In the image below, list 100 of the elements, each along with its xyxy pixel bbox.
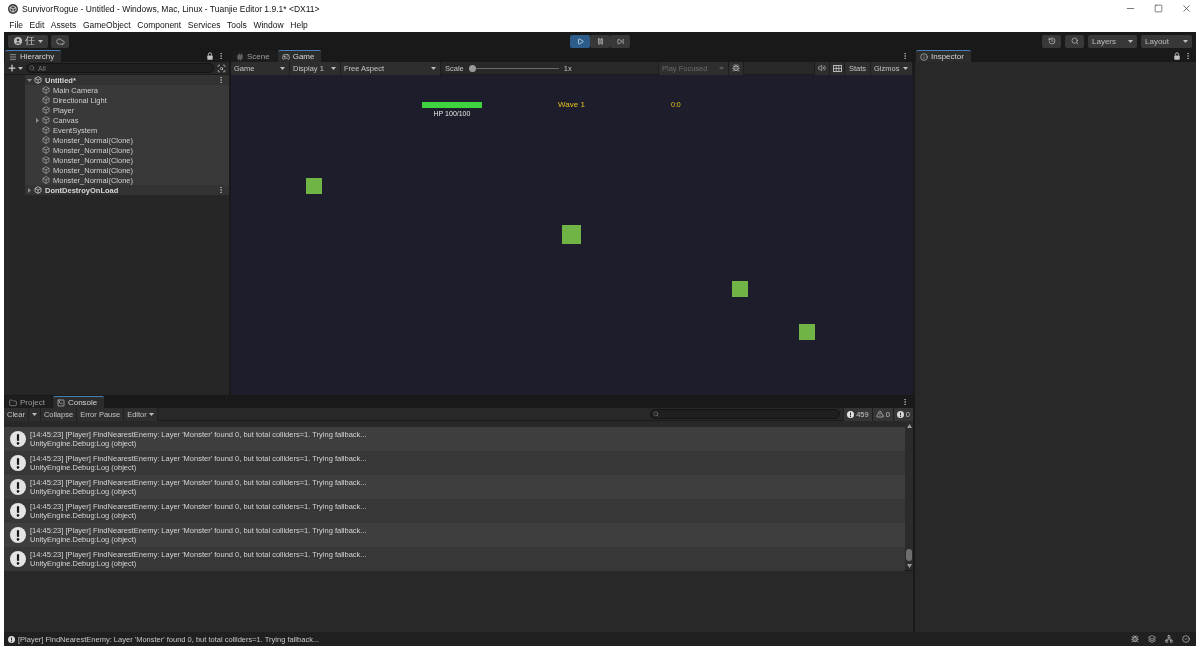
app-logo-icon <box>8 3 18 14</box>
caret-icon <box>31 411 37 417</box>
hash-icon <box>236 52 244 61</box>
search-field[interactable] <box>650 409 841 419</box>
monster-sprite <box>306 178 322 194</box>
panel-tab[interactable]: Hierarchy <box>5 50 62 62</box>
menu-item[interactable]: Window <box>250 17 287 32</box>
more-options-icon[interactable] <box>901 52 909 60</box>
search-icon <box>29 65 35 71</box>
warning-icon <box>875 410 884 418</box>
menu-item[interactable]: Services <box>184 17 224 32</box>
wave-label: Wave 1 <box>558 100 585 109</box>
menu-item[interactable]: Component <box>133 17 185 32</box>
caret-icon <box>1183 38 1188 44</box>
exclamation-icon <box>896 410 904 418</box>
panel-tab[interactable]: Game <box>277 50 322 62</box>
monster-sprite <box>732 281 748 297</box>
bug-icon <box>732 64 740 72</box>
caret-icon[interactable] <box>27 77 32 83</box>
maximize-icon <box>1153 4 1163 13</box>
more-options-icon[interactable] <box>1184 52 1192 60</box>
pause-button[interactable] <box>590 34 610 48</box>
history-icon <box>1047 37 1056 45</box>
folder-icon <box>9 398 17 407</box>
scale-slider[interactable] <box>468 64 559 72</box>
more-options-icon[interactable] <box>217 76 225 84</box>
scan-icon[interactable] <box>217 63 226 73</box>
network-icon[interactable] <box>1165 635 1173 643</box>
cube-icon <box>42 86 50 94</box>
menu-item[interactable]: GameObject <box>79 17 134 32</box>
cube-icon <box>34 186 42 194</box>
cube-icon <box>42 96 50 104</box>
scroll-down-icon[interactable] <box>906 564 912 568</box>
slider-thumb[interactable] <box>468 64 476 72</box>
exclamation-icon <box>10 503 26 519</box>
panel-tab[interactable]: Inspector <box>916 50 971 62</box>
more-options-icon[interactable] <box>901 398 909 406</box>
exclamation-icon <box>10 455 26 471</box>
panel-tab[interactable]: Console <box>52 396 105 408</box>
cube-icon <box>42 126 50 134</box>
caret-icon <box>903 65 908 71</box>
add-button[interactable] <box>7 62 23 74</box>
check-circle-icon[interactable] <box>1182 635 1190 643</box>
exclamation-icon <box>8 635 15 643</box>
history-button[interactable] <box>1042 34 1061 48</box>
cube-icon <box>42 116 50 124</box>
monster-sprite <box>799 324 815 340</box>
panel-tab[interactable]: Scene <box>232 50 277 62</box>
lock-icon[interactable] <box>1174 52 1180 60</box>
close-icon <box>1180 3 1192 14</box>
list-icon <box>9 52 17 61</box>
caret-icon <box>280 65 285 71</box>
cube-icon <box>42 106 50 114</box>
menu-item[interactable]: Help <box>286 17 312 32</box>
caret-icon[interactable] <box>35 117 40 123</box>
cube-icon <box>42 176 50 184</box>
scrollbar-thumb[interactable] <box>906 549 912 561</box>
cube-icon <box>42 156 50 164</box>
caret-icon <box>1128 38 1133 44</box>
pause-icon <box>596 37 604 45</box>
cube-icon <box>42 166 50 174</box>
caret-icon <box>37 38 43 44</box>
speaker-icon <box>818 64 826 72</box>
toolbar-dropdown[interactable]: Layout <box>1141 34 1192 48</box>
toolbar-dropdown[interactable]: Layers <box>1088 34 1137 48</box>
window-title: SurvivorRogue - Untitled - Windows, Mac, Linux - Tuanjie Editor 1.9.1* <DX11> <box>22 3 321 14</box>
play-icon <box>576 37 584 45</box>
menu-item[interactable]: Assets <box>47 17 80 32</box>
account-button[interactable]: 任 <box>8 34 48 48</box>
cube-icon <box>42 136 50 144</box>
exclamation-icon <box>10 479 26 495</box>
menu-item[interactable]: File <box>6 17 27 32</box>
panel-tab[interactable]: Project <box>5 396 52 408</box>
caret-icon <box>148 411 154 417</box>
menu-item[interactable]: Tools <box>223 17 251 32</box>
more-options-icon[interactable] <box>217 52 225 60</box>
info-icon <box>920 52 928 61</box>
lock-icon[interactable] <box>207 52 213 60</box>
more-options-icon[interactable] <box>217 186 225 194</box>
layers-icon[interactable] <box>1148 635 1156 643</box>
caret-icon[interactable] <box>27 187 32 193</box>
play-button[interactable] <box>570 34 590 48</box>
scrollbar[interactable] <box>905 421 913 570</box>
search-button[interactable] <box>1065 34 1084 48</box>
menu-item[interactable]: Edit <box>26 17 48 32</box>
search-icon <box>1070 37 1079 45</box>
plus-icon <box>7 63 17 73</box>
exclamation-icon <box>847 410 855 418</box>
bug-icon[interactable] <box>1131 635 1139 643</box>
cube-icon <box>42 146 50 154</box>
step-button[interactable] <box>610 34 630 48</box>
user-icon <box>13 37 22 45</box>
cloud-button[interactable] <box>51 34 69 48</box>
caret-icon <box>18 65 23 71</box>
search-icon <box>653 411 660 417</box>
scroll-up-icon[interactable] <box>906 424 912 428</box>
cube-icon <box>34 76 42 84</box>
caret-icon <box>331 65 336 71</box>
step-forward-icon <box>616 37 624 45</box>
caret-icon <box>719 65 724 71</box>
